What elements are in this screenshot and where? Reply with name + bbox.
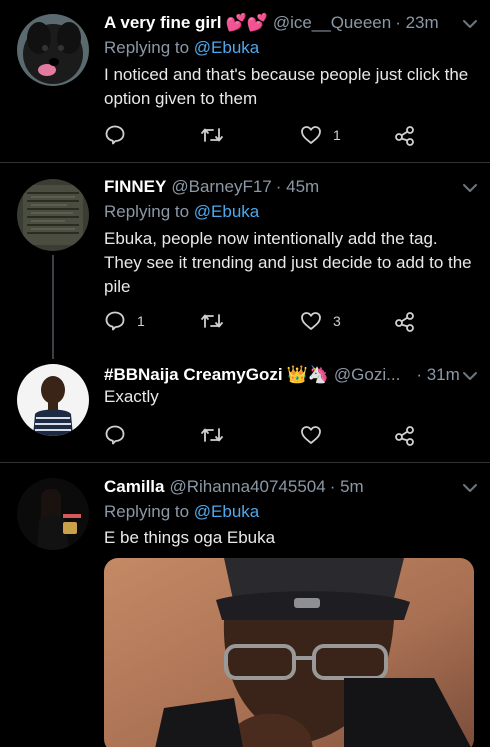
reply-icon <box>105 311 125 331</box>
avatar[interactable] <box>17 478 89 550</box>
avatar[interactable] <box>17 179 89 251</box>
display-name[interactable]: Camilla <box>104 476 164 498</box>
timestamp: · 5m <box>329 477 364 496</box>
heart-icon <box>301 426 321 444</box>
mention-link[interactable]: @Ebuka <box>194 202 259 221</box>
handle[interactable]: @Gozi... <box>334 364 400 386</box>
retweet-button[interactable] <box>200 123 235 147</box>
replying-to-label: Replying to <box>104 502 190 521</box>
reply-button[interactable] <box>104 423 137 447</box>
share-icon <box>395 426 414 446</box>
timestamp: · 45m <box>275 177 320 196</box>
tweet-text: Exactly <box>104 387 159 406</box>
tweet-text: I noticed and that's because people just… <box>104 65 469 108</box>
heart-icon <box>301 312 321 330</box>
chevron-down-icon[interactable] <box>460 14 480 34</box>
like-button[interactable]: 3 <box>300 309 341 333</box>
like-button[interactable]: 1 <box>300 123 341 147</box>
name-emoji: 💕💕 <box>225 13 268 32</box>
replying-to-label: Replying to <box>104 202 190 221</box>
handle[interactable]: @Rihanna40745504 <box>169 476 325 498</box>
tweet-image[interactable] <box>104 558 474 747</box>
name-emoji: 👑🦄 <box>286 365 329 384</box>
mention-link[interactable]: @Ebuka <box>194 38 259 57</box>
chevron-down-icon[interactable] <box>460 178 480 198</box>
replying-to-label: Replying to <box>104 38 190 57</box>
like-count: 1 <box>333 127 341 143</box>
share-button[interactable] <box>394 423 416 447</box>
chevron-down-icon[interactable] <box>460 366 480 386</box>
tweet-text: E be things oga Ebuka <box>104 528 276 547</box>
retweet-icon <box>201 428 223 442</box>
avatar[interactable] <box>17 14 89 86</box>
reply-icon <box>105 125 125 145</box>
replying-to: Replying to @Ebuka <box>104 501 259 523</box>
retweet-button[interactable] <box>200 309 235 333</box>
like-button[interactable] <box>300 423 333 447</box>
handle[interactable]: @ice__Queeen <box>273 12 391 34</box>
share-icon <box>395 312 414 332</box>
avatar[interactable] <box>17 364 89 436</box>
reply-feed: A very fine girl 💕💕 @ice__Queeen · 23m R… <box>0 0 490 747</box>
share-icon <box>395 126 414 146</box>
display-name[interactable]: #BBNaija CreamyGozi <box>104 364 283 386</box>
share-button[interactable] <box>394 123 416 147</box>
like-count: 3 <box>333 313 341 329</box>
share-button[interactable] <box>394 309 416 333</box>
handle[interactable]: @BarneyF17 <box>171 176 271 198</box>
heart-icon <box>301 126 321 144</box>
tweet-3[interactable]: #BBNaija CreamyGozi 👑🦄 @Gozi... · 31m Ex… <box>0 360 490 462</box>
reply-count: 1 <box>137 313 145 329</box>
action-bar <box>104 423 424 447</box>
display-name[interactable]: A very fine girl <box>104 12 221 34</box>
thread-line <box>52 255 54 359</box>
replying-to: Replying to @Ebuka <box>104 37 259 59</box>
mention-link[interactable]: @Ebuka <box>194 502 259 521</box>
reply-button[interactable]: 1 <box>104 309 145 333</box>
chevron-down-icon[interactable] <box>460 478 480 498</box>
tweet-text: Ebuka, people now intentionally add the … <box>104 229 472 296</box>
retweet-icon <box>201 128 223 142</box>
replying-to: Replying to @Ebuka <box>104 201 259 223</box>
tweet-2[interactable]: FINNEY @BarneyF17 · 45m Replying to @Ebu… <box>0 163 490 359</box>
reply-icon <box>105 425 125 445</box>
action-bar: 1 <box>104 123 424 147</box>
reply-button[interactable] <box>104 123 137 147</box>
retweet-icon <box>201 314 223 328</box>
tweet-1[interactable]: A very fine girl 💕💕 @ice__Queeen · 23m R… <box>0 0 490 162</box>
retweet-button[interactable] <box>200 423 235 447</box>
display-name[interactable]: FINNEY <box>104 176 166 198</box>
action-bar: 1 3 <box>104 309 424 333</box>
timestamp: · 23m <box>395 13 439 32</box>
timestamp: · 31m <box>416 365 460 384</box>
